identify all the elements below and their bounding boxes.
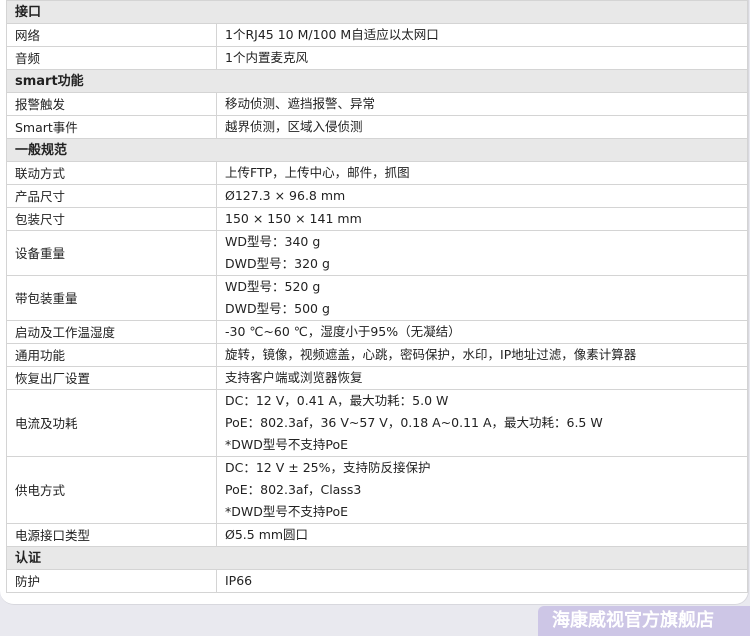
section-title: 接口 bbox=[6, 0, 748, 24]
spec-row: 通用功能 旋转，镜像，视频遮盖，心跳，密码保护，水印，IP地址过滤，像素计算器 bbox=[6, 343, 748, 367]
spec-value: 150 × 150 × 141 mm bbox=[216, 207, 748, 231]
spec-row: 报警触发 移动侦测、遮挡报警、异常 bbox=[6, 92, 748, 116]
spec-key: 防护 bbox=[6, 569, 217, 593]
spec-value-line: DC：12 V ± 25%，支持防反接保护 bbox=[225, 460, 431, 475]
spec-value: WD型号：340 g DWD型号：320 g bbox=[216, 230, 748, 276]
section-header: smart功能 bbox=[6, 69, 748, 93]
spec-value-line: IP66 bbox=[225, 573, 253, 588]
spec-card: 接口 网络 1个RJ45 10 M/100 M自适应以太网口 音频 1个内置麦克风 sma… bbox=[0, 0, 749, 605]
spec-value: 越界侦测，区域入侵侦测 bbox=[216, 115, 748, 139]
spec-value: DC：12 V，0.41 A，最大功耗：5.0 W PoE：802.3af，36 … bbox=[216, 389, 748, 457]
spec-row: 防护 IP66 bbox=[6, 569, 748, 593]
spec-key: 带包装重量 bbox=[6, 275, 217, 321]
spec-value: -30 ℃~60 ℃，湿度小于95%（无凝结） bbox=[216, 320, 748, 344]
spec-value-line: Ø5.5 mm圆口 bbox=[225, 527, 309, 542]
section-title: smart功能 bbox=[6, 69, 748, 93]
spec-key: 通用功能 bbox=[6, 343, 217, 367]
spec-value: IP66 bbox=[216, 569, 748, 593]
spec-value: Ø127.3 × 96.8 mm bbox=[216, 184, 748, 208]
spec-key: 音频 bbox=[6, 46, 217, 70]
section-header: 认证 bbox=[6, 546, 748, 570]
spec-value-line: WD型号：520 g bbox=[225, 279, 321, 294]
spec-value-line: 1个RJ45 10 M/100 M自适应以太网口 bbox=[225, 27, 439, 42]
spec-row: 启动及工作温湿度 -30 ℃~60 ℃，湿度小于95%（无凝结） bbox=[6, 320, 748, 344]
section-title: 认证 bbox=[6, 546, 748, 570]
spec-key: 供电方式 bbox=[6, 456, 217, 524]
spec-row: 网络 1个RJ45 10 M/100 M自适应以太网口 bbox=[6, 23, 748, 47]
spec-value: 1个内置麦克风 bbox=[216, 46, 748, 70]
spec-row: 电源接口类型 Ø5.5 mm圆口 bbox=[6, 523, 748, 547]
spec-row: Smart事件 越界侦测，区域入侵侦测 bbox=[6, 115, 748, 139]
spec-row: 供电方式 DC：12 V ± 25%，支持防反接保护 PoE：802.3af，Cla… bbox=[6, 456, 748, 524]
section-header: 一般规范 bbox=[6, 138, 748, 162]
spec-value-line: *DWD型号不支持PoE bbox=[225, 437, 348, 452]
spec-row: 联动方式 上传FTP，上传中心，邮件，抓图 bbox=[6, 161, 748, 185]
spec-value-line: 1个内置麦克风 bbox=[225, 50, 308, 65]
spec-value: 上传FTP，上传中心，邮件，抓图 bbox=[216, 161, 748, 185]
spec-key: 电源接口类型 bbox=[6, 523, 217, 547]
spec-value-line: DWD型号：320 g bbox=[225, 256, 330, 271]
spec-value-line: 上传FTP，上传中心，邮件，抓图 bbox=[225, 165, 410, 180]
spec-row: 电流及功耗 DC：12 V，0.41 A，最大功耗：5.0 W PoE：802.3a… bbox=[6, 389, 748, 457]
spec-value-line: 越界侦测，区域入侵侦测 bbox=[225, 119, 363, 134]
spec-key: 电流及功耗 bbox=[6, 389, 217, 457]
spec-key: 包装尺寸 bbox=[6, 207, 217, 231]
spec-row: 包装尺寸 150 × 150 × 141 mm bbox=[6, 207, 748, 231]
spec-value-line: Ø127.3 × 96.8 mm bbox=[225, 188, 346, 203]
spec-key: Smart事件 bbox=[6, 115, 217, 139]
spec-value-line: PoE：802.3af，36 V~57 V，0.18 A~0.11 A，最大功耗… bbox=[225, 415, 603, 430]
spec-row: 产品尺寸 Ø127.3 × 96.8 mm bbox=[6, 184, 748, 208]
spec-value-line: PoE：802.3af，Class3 bbox=[225, 482, 362, 497]
spec-value: 1个RJ45 10 M/100 M自适应以太网口 bbox=[216, 23, 748, 47]
spec-value-line: *DWD型号不支持PoE bbox=[225, 504, 348, 519]
spec-key: 恢复出厂设置 bbox=[6, 366, 217, 390]
spec-key: 报警触发 bbox=[6, 92, 217, 116]
spec-value-line: DWD型号：500 g bbox=[225, 301, 330, 316]
spec-value: DC：12 V ± 25%，支持防反接保护 PoE：802.3af，Class3 *… bbox=[216, 456, 748, 524]
spec-key: 设备重量 bbox=[6, 230, 217, 276]
spec-value: Ø5.5 mm圆口 bbox=[216, 523, 748, 547]
spec-value-line: -30 ℃~60 ℃，湿度小于95%（无凝结） bbox=[225, 324, 461, 339]
section-title: 一般规范 bbox=[6, 138, 748, 162]
spec-key: 启动及工作温湿度 bbox=[6, 320, 217, 344]
spec-value-line: DC：12 V，0.41 A，最大功耗：5.0 W bbox=[225, 393, 449, 408]
spec-key: 产品尺寸 bbox=[6, 184, 217, 208]
spec-row: 设备重量 WD型号：340 g DWD型号：320 g bbox=[6, 230, 748, 276]
spec-value: 移动侦测、遮挡报警、异常 bbox=[216, 92, 748, 116]
spec-row: 带包装重量 WD型号：520 g DWD型号：500 g bbox=[6, 275, 748, 321]
spec-value-line: 移动侦测、遮挡报警、异常 bbox=[225, 96, 376, 111]
spec-value: WD型号：520 g DWD型号：500 g bbox=[216, 275, 748, 321]
spec-table: 接口 网络 1个RJ45 10 M/100 M自适应以太网口 音频 1个内置麦克风 sma… bbox=[6, 0, 748, 593]
spec-row: 音频 1个内置麦克风 bbox=[6, 46, 748, 70]
spec-row: 恢复出厂设置 支持客户端或浏览器恢复 bbox=[6, 366, 748, 390]
spec-value-line: WD型号：340 g bbox=[225, 234, 321, 249]
spec-value-line: 150 × 150 × 141 mm bbox=[225, 211, 362, 226]
spec-value: 支持客户端或浏览器恢复 bbox=[216, 366, 748, 390]
spec-value: 旋转，镜像，视频遮盖，心跳，密码保护，水印，IP地址过滤，像素计算器 bbox=[216, 343, 748, 367]
spec-key: 网络 bbox=[6, 23, 217, 47]
section-header: 接口 bbox=[6, 0, 748, 24]
spec-value-line: 支持客户端或浏览器恢复 bbox=[225, 370, 363, 385]
store-watermark: 海康威视官方旗舰店 bbox=[538, 606, 750, 636]
spec-value-line: 旋转，镜像，视频遮盖，心跳，密码保护，水印，IP地址过滤，像素计算器 bbox=[225, 347, 637, 362]
spec-key: 联动方式 bbox=[6, 161, 217, 185]
